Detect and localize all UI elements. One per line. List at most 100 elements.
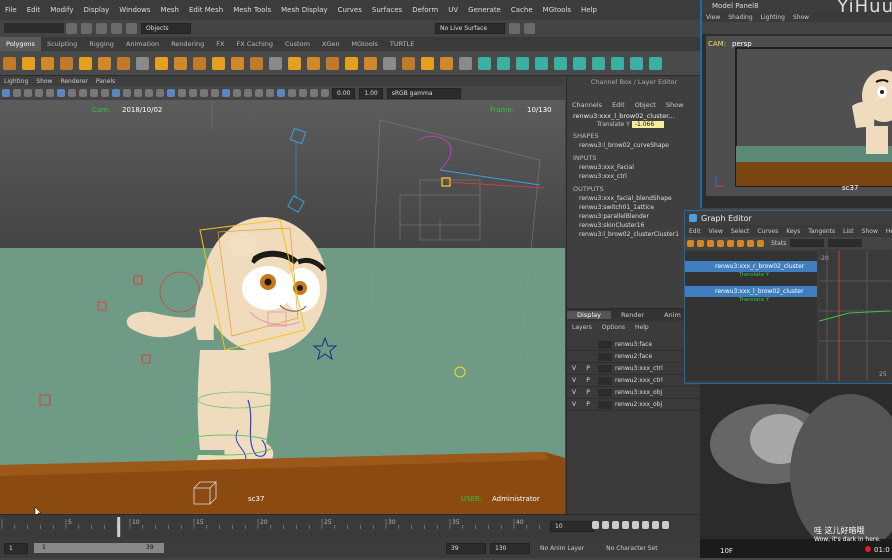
viewport-tool-icon[interactable] [34, 89, 43, 97]
shelf-tab-fx-caching[interactable]: FX Caching [230, 37, 279, 51]
layer-visibility-toggle[interactable]: V [567, 365, 581, 372]
node-name[interactable]: renwu3:xxx_l_brow02_cluster... [567, 111, 701, 121]
graph-menu-he[interactable]: He [882, 228, 892, 235]
main-viewport[interactable]: Cam: 2018/10/02 Frame: 10/130 sc37 USER:… [0, 100, 565, 514]
translate-value-field[interactable]: -1.066 [631, 121, 664, 128]
graph-outliner-item[interactable]: renwu3:xxx_l_brow02_cluster [685, 286, 817, 297]
layer-playback-toggle[interactable]: P [581, 365, 595, 372]
menu-file[interactable]: File [0, 6, 22, 14]
viewport-tool-icon[interactable] [177, 89, 186, 97]
model-panel-menu-show[interactable]: Show [789, 14, 813, 21]
render-icon[interactable] [509, 22, 520, 34]
viewport-tool-icon[interactable] [243, 89, 252, 97]
viewport-tool-icon[interactable] [45, 89, 54, 97]
shape-item[interactable]: renwu3:l_brow02_curveShape [567, 141, 701, 150]
layer-visibility-toggle[interactable]: V [567, 401, 581, 408]
graph-canvas[interactable]: -20 25 [818, 251, 892, 381]
layer-tab-render[interactable]: Render [611, 311, 654, 319]
channel-menu-edit[interactable]: Edit [607, 101, 630, 109]
shelf-tab-sculpting[interactable]: Sculpting [41, 37, 83, 51]
viewport-tool-icon[interactable] [254, 89, 263, 97]
range-bar[interactable]: 1 39 [34, 543, 164, 553]
graph-menu-tangents[interactable]: Tangents [804, 228, 839, 235]
prev-key-icon[interactable] [611, 521, 619, 529]
shelf-tool-icon[interactable] [345, 56, 358, 70]
shelf-tool-icon[interactable] [440, 56, 453, 70]
viewport-tool-icon[interactable] [221, 89, 230, 97]
viewport-tool-icon[interactable] [1, 89, 10, 97]
viewport-tool-icon[interactable] [265, 89, 274, 97]
output-item[interactable]: renwu3:xxx_facial_blendShape [567, 194, 701, 203]
menu-edit[interactable]: Edit [22, 6, 46, 14]
menu-help[interactable]: Help [576, 6, 602, 14]
layer-playback-toggle[interactable]: P [581, 389, 595, 396]
graph-menu-keys[interactable]: Keys [782, 228, 804, 235]
ipr-icon[interactable] [524, 22, 535, 34]
model-panel-menu-shading[interactable]: Shading [724, 14, 756, 21]
shelf-tool-icon[interactable] [630, 56, 643, 70]
output-item[interactable]: renwu3:skinCluster16 [567, 221, 701, 230]
live-surface-field[interactable]: No Live Surface [435, 22, 505, 34]
output-item[interactable]: renwu3:l_brow02_clusterCluster1 [567, 230, 701, 239]
layer-visibility-toggle[interactable]: V [567, 377, 581, 384]
play-forward-icon[interactable] [631, 521, 639, 529]
viewport-tool-icon[interactable] [56, 89, 65, 97]
viewport-tool-icon[interactable] [89, 89, 98, 97]
shelf-tool-icon[interactable] [98, 56, 111, 70]
menu-windows[interactable]: Windows [114, 6, 155, 14]
shelf-tool-icon[interactable] [478, 56, 491, 70]
graph-tool-icon[interactable] [756, 239, 764, 247]
end-frame-field[interactable]: 39 [446, 542, 486, 554]
viewport-tool-icon[interactable] [232, 89, 241, 97]
graph-tool-icon[interactable] [696, 239, 704, 247]
menu-deform[interactable]: Deform [407, 6, 443, 14]
layer-color-swatch[interactable] [598, 388, 612, 397]
shelf-tab-polygons[interactable]: Polygons [0, 37, 41, 51]
anim-layer-dropdown[interactable]: No Anim Layer [540, 545, 584, 552]
viewport-tool-icon[interactable] [12, 89, 21, 97]
shelf-tab-custom[interactable]: Custom [279, 37, 316, 51]
next-key-icon[interactable] [641, 521, 649, 529]
graph-menu-view[interactable]: View [705, 228, 727, 235]
viewport-tool-icon[interactable] [122, 89, 131, 97]
total-frame-field[interactable]: 130 [490, 542, 530, 554]
timeline-ruler[interactable]: 5 10 15 20 25 30 35 40 [0, 515, 545, 539]
step-forward-icon[interactable] [651, 521, 659, 529]
channel-menu-object[interactable]: Object [630, 101, 661, 109]
skip-start-icon[interactable] [591, 521, 599, 529]
graph-attr-item[interactable]: Translate Y [685, 272, 817, 282]
shelf-tool-icon[interactable] [212, 56, 225, 70]
layer-row[interactable]: V Prenwu3:xxx_ctrl [567, 363, 701, 375]
menu-edit-mesh[interactable]: Edit Mesh [184, 6, 228, 14]
stats-field-2[interactable] [828, 239, 863, 247]
shelf-tool-icon[interactable] [79, 56, 92, 70]
graph-menu-list[interactable]: List [839, 228, 858, 235]
shelf-tab-rigging[interactable]: Rigging [83, 37, 120, 51]
shelf-tool-icon[interactable] [554, 56, 567, 70]
shelf-tool-icon[interactable] [136, 56, 149, 70]
shelf-tool-icon[interactable] [22, 56, 35, 70]
viewport-tool-icon[interactable] [166, 89, 175, 97]
graph-menu-edit[interactable]: Edit [685, 228, 705, 235]
shelf-tab-turtle[interactable]: TURTLE [384, 37, 420, 51]
shelf-tool-icon[interactable] [402, 56, 415, 70]
viewport-tool-icon[interactable] [188, 89, 197, 97]
shelf-tool-icon[interactable] [3, 56, 16, 70]
layer-color-swatch[interactable] [598, 340, 612, 349]
layer-menu-help[interactable]: Help [630, 324, 654, 331]
model-panel-view[interactable]: CAM: persp sc37 [706, 36, 892, 196]
graph-outliner-item[interactable]: renwu3:xxx_r_brow02_cluster [685, 261, 817, 272]
viewport-tool-icon[interactable] [320, 89, 329, 97]
menu-uv[interactable]: UV [443, 6, 463, 14]
shelf-tool-icon[interactable] [41, 56, 54, 70]
layer-playback-toggle[interactable]: P [581, 377, 595, 384]
viewport-tool-icon[interactable] [111, 89, 120, 97]
viewport-tool-icon[interactable] [100, 89, 109, 97]
shelf-tool-icon[interactable] [307, 56, 320, 70]
shelf-tool-icon[interactable] [174, 56, 187, 70]
menu-modify[interactable]: Modify [45, 6, 78, 14]
layer-row[interactable]: V Prenwu3:xxx_obj [567, 387, 701, 399]
graph-menu-show[interactable]: Show [858, 228, 882, 235]
stats-field-1[interactable] [790, 239, 825, 247]
graph-tool-icon[interactable] [716, 239, 724, 247]
